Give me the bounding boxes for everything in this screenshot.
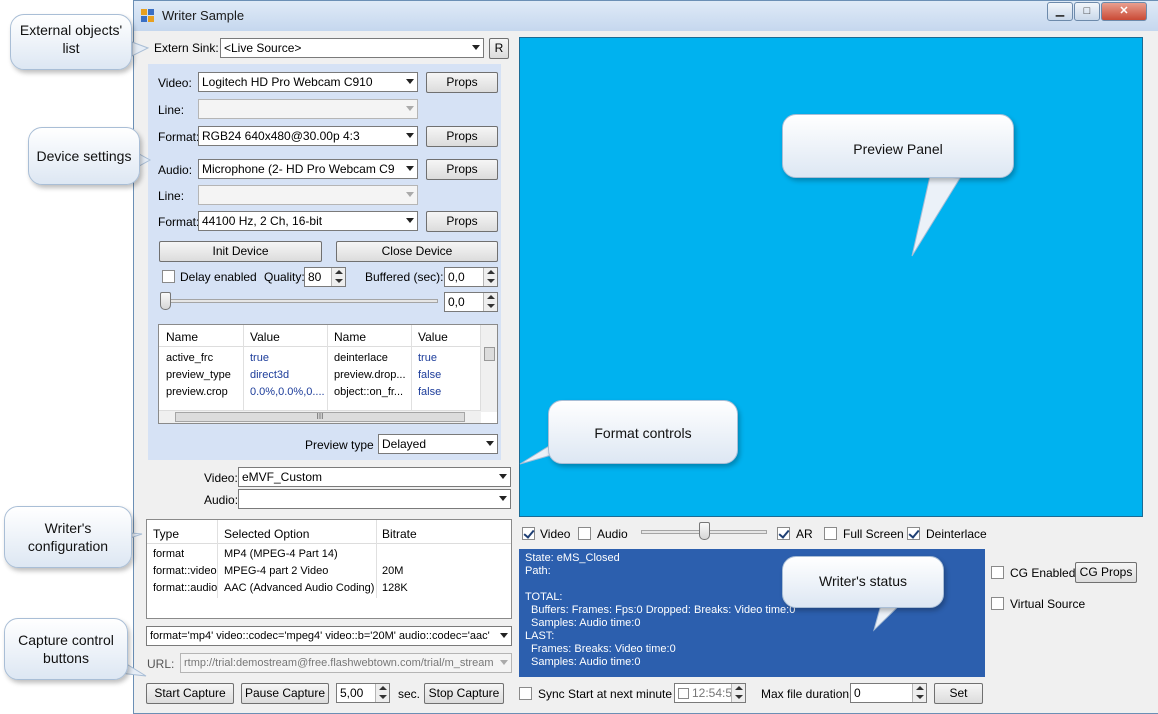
callout-external-objects: External objects' list: [10, 14, 132, 70]
callout-format-controls: Format controls: [548, 400, 738, 464]
callout-pointers: [99, 41, 961, 677]
callout-text: Format controls: [594, 425, 692, 441]
callout-preview-panel: Preview Panel: [782, 114, 1014, 178]
callout-text: Writer's configuration: [27, 520, 109, 554]
callout-text: External objects' list: [19, 22, 123, 56]
callout-writer-config: Writer's configuration: [4, 506, 132, 568]
callout-text: Writer's status: [819, 573, 907, 589]
callout-device-settings: Device settings: [28, 127, 140, 185]
callout-text: Device settings: [36, 148, 132, 164]
callout-text: Preview Panel: [853, 141, 943, 157]
callout-text: Capture control buttons: [18, 632, 114, 666]
callout-pointer: [131, 41, 150, 57]
callout-capture-buttons: Capture control buttons: [4, 618, 128, 680]
callout-writer-status: Writer's status: [782, 556, 944, 608]
callout-pointer: [911, 175, 961, 257]
